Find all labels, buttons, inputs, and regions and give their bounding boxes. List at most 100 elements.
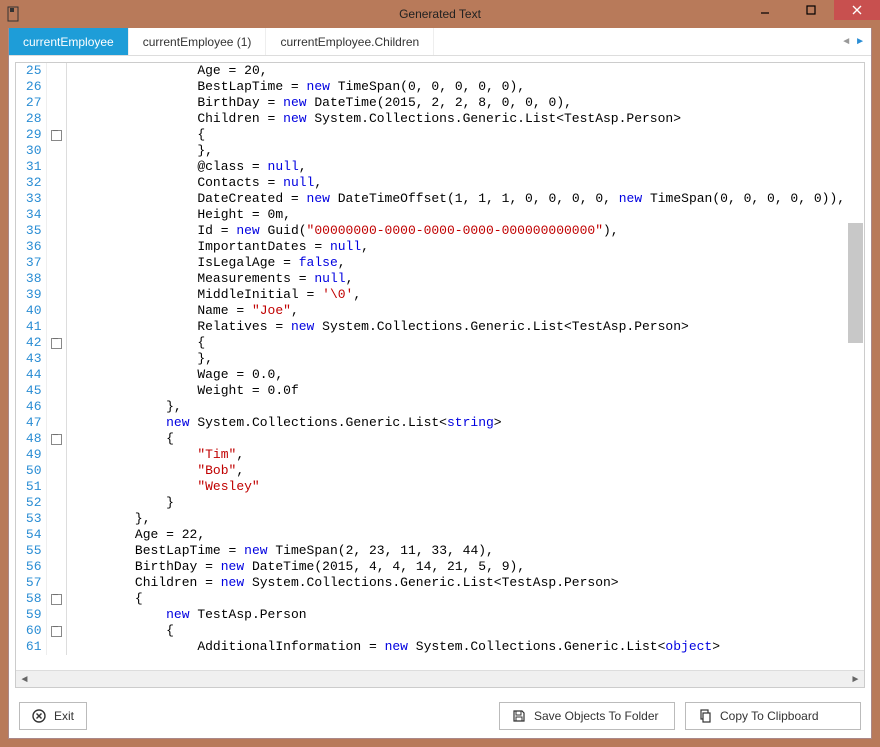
tab-current-employee[interactable]: currentEmployee xyxy=(9,28,129,55)
line-number: 30 xyxy=(16,143,46,159)
code-content[interactable]: }, xyxy=(66,399,845,415)
code-content[interactable]: Children = new System.Collections.Generi… xyxy=(66,111,845,127)
code-content[interactable]: Children = new System.Collections.Generi… xyxy=(66,575,845,591)
code-content[interactable]: Age = 22, xyxy=(66,527,845,543)
bottom-toolbar: Exit Save Objects To Folder Copy To Clip… xyxy=(9,694,871,738)
code-content[interactable]: }, xyxy=(66,351,845,367)
code-content[interactable]: "Bob", xyxy=(66,463,845,479)
fold-gutter xyxy=(46,79,66,95)
fold-gutter xyxy=(46,111,66,127)
code-line: 35 Id = new Guid("00000000-0000-0000-000… xyxy=(16,223,845,239)
window-controls xyxy=(742,0,880,28)
line-number: 25 xyxy=(16,63,46,79)
code-content[interactable]: { xyxy=(66,127,845,143)
line-number: 29 xyxy=(16,127,46,143)
code-content[interactable]: BirthDay = new DateTime(2015, 4, 4, 14, … xyxy=(66,559,845,575)
close-button[interactable] xyxy=(834,0,880,20)
fold-gutter xyxy=(46,95,66,111)
code-table: 25 Age = 20, 26 BestLapTime = new TimeSpa… xyxy=(16,63,845,655)
code-content[interactable]: { xyxy=(66,591,845,607)
code-content[interactable]: } xyxy=(66,495,845,511)
code-line: 33 DateCreated = new DateTimeOffset(1, 1… xyxy=(16,191,845,207)
code-content[interactable]: { xyxy=(66,623,845,639)
maximize-button[interactable] xyxy=(788,0,834,20)
code-line: 60 { xyxy=(16,623,845,639)
code-content[interactable]: Measurements = null, xyxy=(66,271,845,287)
code-content[interactable]: "Wesley" xyxy=(66,479,845,495)
code-content[interactable]: BirthDay = new DateTime(2015, 2, 2, 8, 0… xyxy=(66,95,845,111)
code-scroll-area[interactable]: 25 Age = 20, 26 BestLapTime = new TimeSpa… xyxy=(16,63,864,670)
code-content[interactable]: MiddleInitial = '\0', xyxy=(66,287,845,303)
fold-toggle-icon[interactable] xyxy=(46,127,66,143)
code-line: 36 ImportantDates = null, xyxy=(16,239,845,255)
fold-gutter xyxy=(46,63,66,79)
line-number: 28 xyxy=(16,111,46,127)
fold-gutter xyxy=(46,143,66,159)
code-line: 49 "Tim", xyxy=(16,447,845,463)
fold-toggle-icon[interactable] xyxy=(46,431,66,447)
code-content[interactable]: BestLapTime = new TimeSpan(2, 23, 11, 33… xyxy=(66,543,845,559)
fold-toggle-icon[interactable] xyxy=(46,335,66,351)
fold-toggle-icon[interactable] xyxy=(46,591,66,607)
exit-button[interactable]: Exit xyxy=(19,702,87,730)
line-number: 46 xyxy=(16,399,46,415)
code-line: 52 } xyxy=(16,495,845,511)
code-content[interactable]: }, xyxy=(66,143,845,159)
save-objects-button[interactable]: Save Objects To Folder xyxy=(499,702,675,730)
client-area: currentEmployee currentEmployee (1) curr… xyxy=(8,28,872,739)
tab-next-icon[interactable]: ► xyxy=(855,36,865,47)
fold-toggle-icon[interactable] xyxy=(46,623,66,639)
code-content[interactable]: @class = null, xyxy=(66,159,845,175)
code-content[interactable]: IsLegalAge = false, xyxy=(66,255,845,271)
horizontal-scrollbar[interactable]: ◄ ► xyxy=(16,670,864,687)
minimize-button[interactable] xyxy=(742,0,788,20)
fold-gutter xyxy=(46,207,66,223)
code-line: 44 Wage = 0.0, xyxy=(16,367,845,383)
line-number: 26 xyxy=(16,79,46,95)
code-content[interactable]: { xyxy=(66,431,845,447)
code-content[interactable]: Id = new Guid("00000000-0000-0000-0000-0… xyxy=(66,223,845,239)
scroll-left-icon[interactable]: ◄ xyxy=(16,671,33,688)
line-number: 38 xyxy=(16,271,46,287)
vertical-scrollbar-thumb[interactable] xyxy=(848,223,863,343)
code-line: 38 Measurements = null, xyxy=(16,271,845,287)
code-content[interactable]: BestLapTime = new TimeSpan(0, 0, 0, 0, 0… xyxy=(66,79,845,95)
tab-current-employee-children[interactable]: currentEmployee.Children xyxy=(266,28,434,55)
code-line: 53 }, xyxy=(16,511,845,527)
copy-clipboard-button[interactable]: Copy To Clipboard xyxy=(685,702,861,730)
line-number: 37 xyxy=(16,255,46,271)
code-content[interactable]: DateCreated = new DateTimeOffset(1, 1, 1… xyxy=(66,191,845,207)
code-content[interactable]: AdditionalInformation = new System.Colle… xyxy=(66,639,845,655)
code-line: 32 Contacts = null, xyxy=(16,175,845,191)
line-number: 31 xyxy=(16,159,46,175)
line-number: 57 xyxy=(16,575,46,591)
code-content[interactable]: Name = "Joe", xyxy=(66,303,845,319)
line-number: 61 xyxy=(16,639,46,655)
line-number: 42 xyxy=(16,335,46,351)
fold-gutter xyxy=(46,303,66,319)
code-content[interactable]: new TestAsp.Person xyxy=(66,607,845,623)
code-content[interactable]: Weight = 0.0f xyxy=(66,383,845,399)
tab-current-employee-1[interactable]: currentEmployee (1) xyxy=(129,28,267,55)
code-content[interactable]: Contacts = null, xyxy=(66,175,845,191)
code-content[interactable]: Wage = 0.0, xyxy=(66,367,845,383)
tab-prev-icon[interactable]: ◄ xyxy=(841,36,851,47)
scroll-right-icon[interactable]: ► xyxy=(847,671,864,688)
fold-gutter xyxy=(46,399,66,415)
code-content[interactable]: Age = 20, xyxy=(66,63,845,79)
code-line: 29 { xyxy=(16,127,845,143)
fold-gutter xyxy=(46,639,66,655)
code-line: 51 "Wesley" xyxy=(16,479,845,495)
code-content[interactable]: "Tim", xyxy=(66,447,845,463)
code-content[interactable]: new System.Collections.Generic.List<stri… xyxy=(66,415,845,431)
code-content[interactable]: { xyxy=(66,335,845,351)
clipboard-icon xyxy=(698,709,712,723)
code-content[interactable]: ImportantDates = null, xyxy=(66,239,845,255)
code-content[interactable]: Height = 0m, xyxy=(66,207,845,223)
code-content[interactable]: }, xyxy=(66,511,845,527)
code-content[interactable]: Relatives = new System.Collections.Gener… xyxy=(66,319,845,335)
code-line: 40 Name = "Joe", xyxy=(16,303,845,319)
code-line: 56 BirthDay = new DateTime(2015, 4, 4, 1… xyxy=(16,559,845,575)
code-line: 47 new System.Collections.Generic.List<s… xyxy=(16,415,845,431)
fold-gutter xyxy=(46,191,66,207)
